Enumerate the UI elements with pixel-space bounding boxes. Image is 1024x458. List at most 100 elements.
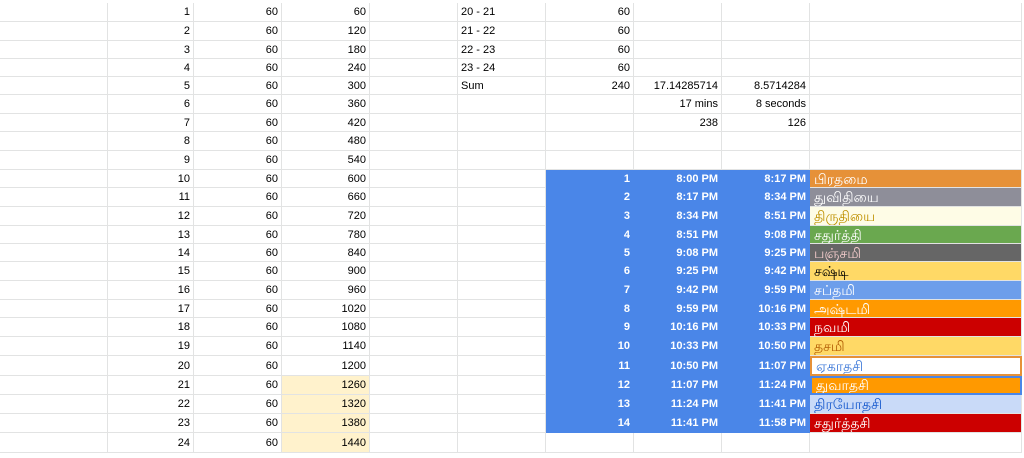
cell-h-row-6[interactable]: 8 seconds bbox=[722, 95, 810, 114]
cell-f-row-24[interactable] bbox=[546, 433, 634, 453]
cell-c-row-22[interactable]: 1320 bbox=[282, 395, 370, 414]
cell-b-row-24[interactable]: 60 bbox=[194, 433, 282, 453]
cell-c-row-23[interactable]: 1380 bbox=[282, 414, 370, 433]
cell-c-row-3[interactable]: 180 bbox=[282, 41, 370, 59]
cell-e-row-13[interactable] bbox=[458, 226, 546, 244]
cell-a-row-21[interactable]: 21 bbox=[108, 376, 194, 395]
cell-i-row-18[interactable]: நவமி bbox=[810, 318, 1022, 337]
cell-a-row-8[interactable]: 8 bbox=[108, 132, 194, 151]
cell-a-row-15[interactable]: 15 bbox=[108, 262, 194, 281]
gutter-cell[interactable] bbox=[0, 3, 108, 22]
cell-e-row-21[interactable] bbox=[458, 376, 546, 395]
cell-c-row-24[interactable]: 1440 bbox=[282, 433, 370, 453]
cell-d-row-9[interactable] bbox=[370, 151, 458, 170]
cell-f-row-17[interactable]: 8 bbox=[546, 300, 634, 318]
cell-f-row-19[interactable]: 10 bbox=[546, 337, 634, 356]
cell-h-row-16[interactable]: 9:59 PM bbox=[722, 281, 810, 300]
cell-h-row-23[interactable]: 11:58 PM bbox=[722, 414, 810, 433]
cell-f-row-2[interactable]: 60 bbox=[546, 22, 634, 41]
cell-f-row-4[interactable]: 60 bbox=[546, 59, 634, 77]
cell-e-row-1[interactable]: 20 - 21 bbox=[458, 3, 546, 22]
cell-b-row-22[interactable]: 60 bbox=[194, 395, 282, 414]
cell-d-row-13[interactable] bbox=[370, 226, 458, 244]
cell-c-row-14[interactable]: 840 bbox=[282, 244, 370, 262]
cell-i-row-12[interactable]: திருதியை bbox=[810, 207, 1022, 226]
cell-i-row-7[interactable] bbox=[810, 114, 1022, 132]
cell-a-row-4[interactable]: 4 bbox=[108, 59, 194, 77]
cell-e-row-5[interactable]: Sum bbox=[458, 77, 546, 95]
cell-h-row-17[interactable]: 10:16 PM bbox=[722, 300, 810, 318]
cell-b-row-14[interactable]: 60 bbox=[194, 244, 282, 262]
cell-g-row-15[interactable]: 9:25 PM bbox=[634, 262, 722, 281]
cell-h-row-11[interactable]: 8:34 PM bbox=[722, 188, 810, 207]
cell-d-row-22[interactable] bbox=[370, 395, 458, 414]
gutter-cell[interactable] bbox=[0, 207, 108, 226]
cell-h-row-5[interactable]: 8.5714284 bbox=[722, 77, 810, 95]
cell-e-row-3[interactable]: 22 - 23 bbox=[458, 41, 546, 59]
cell-c-row-11[interactable]: 660 bbox=[282, 188, 370, 207]
cell-h-row-14[interactable]: 9:25 PM bbox=[722, 244, 810, 262]
cell-i-row-3[interactable] bbox=[810, 41, 1022, 59]
cell-e-row-16[interactable] bbox=[458, 281, 546, 300]
cell-h-row-19[interactable]: 10:50 PM bbox=[722, 337, 810, 356]
cell-a-row-22[interactable]: 22 bbox=[108, 395, 194, 414]
cell-a-row-5[interactable]: 5 bbox=[108, 77, 194, 95]
cell-b-row-1[interactable]: 60 bbox=[194, 3, 282, 22]
cell-c-row-21[interactable]: 1260 bbox=[282, 376, 370, 395]
cell-h-row-15[interactable]: 9:42 PM bbox=[722, 262, 810, 281]
cell-f-row-1[interactable]: 60 bbox=[546, 3, 634, 22]
cell-a-row-9[interactable]: 9 bbox=[108, 151, 194, 170]
gutter-cell[interactable] bbox=[0, 376, 108, 395]
cell-h-row-22[interactable]: 11:41 PM bbox=[722, 395, 810, 414]
cell-c-row-2[interactable]: 120 bbox=[282, 22, 370, 41]
cell-b-row-20[interactable]: 60 bbox=[194, 356, 282, 376]
cell-c-row-17[interactable]: 1020 bbox=[282, 300, 370, 318]
cell-i-row-4[interactable] bbox=[810, 59, 1022, 77]
gutter-cell[interactable] bbox=[0, 114, 108, 132]
gutter-cell[interactable] bbox=[0, 318, 108, 337]
cell-f-row-11[interactable]: 2 bbox=[546, 188, 634, 207]
cell-a-row-24[interactable]: 24 bbox=[108, 433, 194, 453]
gutter-cell[interactable] bbox=[0, 22, 108, 41]
gutter-cell[interactable] bbox=[0, 41, 108, 59]
cell-h-row-10[interactable]: 8:17 PM bbox=[722, 170, 810, 188]
cell-a-row-3[interactable]: 3 bbox=[108, 41, 194, 59]
cell-i-row-13[interactable]: சதுர்த்தி bbox=[810, 226, 1022, 244]
cell-g-row-6[interactable]: 17 mins bbox=[634, 95, 722, 114]
cell-c-row-16[interactable]: 960 bbox=[282, 281, 370, 300]
cell-h-row-12[interactable]: 8:51 PM bbox=[722, 207, 810, 226]
cell-c-row-5[interactable]: 300 bbox=[282, 77, 370, 95]
cell-g-row-17[interactable]: 9:59 PM bbox=[634, 300, 722, 318]
cell-g-row-8[interactable] bbox=[634, 132, 722, 151]
cell-i-row-20[interactable]: ஏகாதசி bbox=[810, 356, 1022, 376]
cell-c-row-18[interactable]: 1080 bbox=[282, 318, 370, 337]
cell-f-row-14[interactable]: 5 bbox=[546, 244, 634, 262]
cell-g-row-19[interactable]: 10:33 PM bbox=[634, 337, 722, 356]
cell-h-row-13[interactable]: 9:08 PM bbox=[722, 226, 810, 244]
cell-e-row-10[interactable] bbox=[458, 170, 546, 188]
cell-d-row-23[interactable] bbox=[370, 414, 458, 433]
cell-b-row-18[interactable]: 60 bbox=[194, 318, 282, 337]
cell-c-row-7[interactable]: 420 bbox=[282, 114, 370, 132]
cell-i-row-22[interactable]: திரயோதசி bbox=[810, 395, 1022, 414]
cell-e-row-17[interactable] bbox=[458, 300, 546, 318]
gutter-cell[interactable] bbox=[0, 132, 108, 151]
cell-i-row-8[interactable] bbox=[810, 132, 1022, 151]
cell-i-row-21[interactable]: துவாதசி bbox=[810, 376, 1022, 395]
cell-f-row-3[interactable]: 60 bbox=[546, 41, 634, 59]
cell-h-row-1[interactable] bbox=[722, 3, 810, 22]
cell-g-row-23[interactable]: 11:41 PM bbox=[634, 414, 722, 433]
cell-i-row-14[interactable]: பஞ்சமி bbox=[810, 244, 1022, 262]
cell-e-row-4[interactable]: 23 - 24 bbox=[458, 59, 546, 77]
cell-a-row-18[interactable]: 18 bbox=[108, 318, 194, 337]
cell-d-row-10[interactable] bbox=[370, 170, 458, 188]
cell-d-row-4[interactable] bbox=[370, 59, 458, 77]
cell-g-row-3[interactable] bbox=[634, 41, 722, 59]
cell-e-row-22[interactable] bbox=[458, 395, 546, 414]
cell-i-row-23[interactable]: சதுர்த்தசி bbox=[810, 414, 1022, 433]
cell-i-row-11[interactable]: துவிதியை bbox=[810, 188, 1022, 207]
cell-e-row-24[interactable] bbox=[458, 433, 546, 453]
cell-h-row-21[interactable]: 11:24 PM bbox=[722, 376, 810, 395]
cell-g-row-2[interactable] bbox=[634, 22, 722, 41]
cell-b-row-10[interactable]: 60 bbox=[194, 170, 282, 188]
